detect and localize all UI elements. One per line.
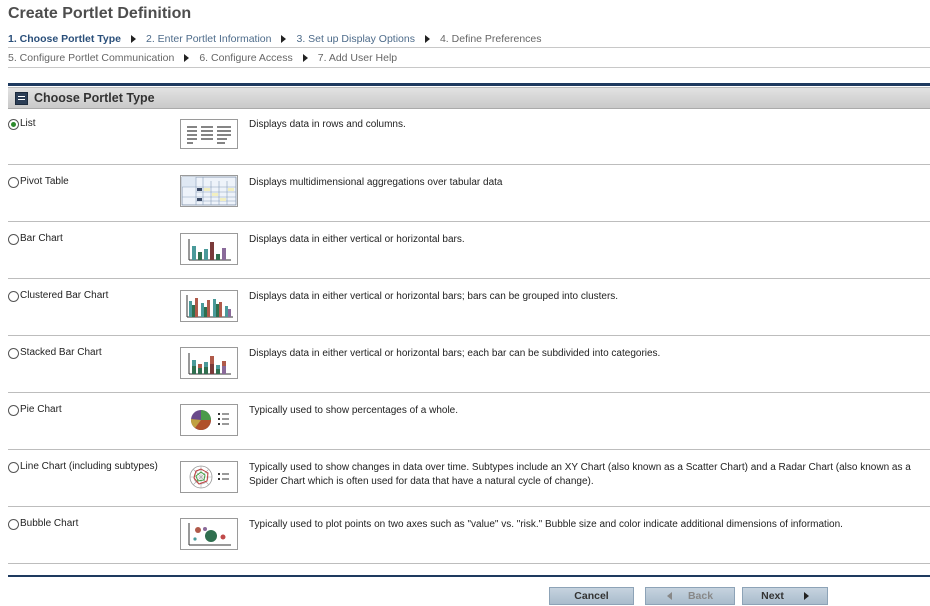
pivot-table-thumbnail-icon [180, 175, 238, 207]
wizard-steps-row-2: 5. Configure Portlet Communication 6. Co… [8, 50, 930, 66]
option-description: Displays data in either vertical or hori… [249, 234, 465, 245]
section-header: Choose Portlet Type [8, 87, 930, 109]
step-add-user-help: 7. Add User Help [317, 52, 398, 64]
step-arrow-icon [281, 35, 287, 43]
footer-divider [8, 575, 930, 577]
section-title: Choose Portlet Type [34, 91, 155, 105]
portlet-type-row-list: List Displays data in rows and columns. [8, 115, 930, 165]
option-description: Typically used to plot points on two axe… [249, 519, 843, 530]
radio-line-chart[interactable] [8, 462, 19, 473]
next-button[interactable]: Next [742, 587, 828, 605]
cancel-button[interactable]: Cancel [549, 587, 634, 605]
portlet-type-row-stacked-bar-chart: Stacked Bar Chart Displays data in eithe… [8, 344, 930, 393]
step-configure-access: 6. Configure Access [199, 52, 293, 64]
option-description: Displays data in either vertical or hori… [249, 291, 619, 302]
option-label[interactable]: Pie Chart [20, 404, 62, 415]
section-collapse-icon[interactable] [15, 91, 28, 105]
option-label[interactable]: Bubble Chart [20, 518, 78, 529]
pie-chart-thumbnail-icon [180, 404, 238, 436]
portlet-type-row-clustered-bar-chart: Clustered Bar Chart Displays data in eit… [8, 287, 930, 336]
list-thumbnail-icon [180, 119, 238, 149]
clustered-bar-chart-thumbnail-icon [180, 290, 238, 322]
radio-pivot-table[interactable] [8, 177, 19, 188]
back-button[interactable]: Back [645, 587, 735, 605]
step-define-preferences: 4. Define Preferences [439, 33, 542, 45]
step-enter-portlet-information[interactable]: 2. Enter Portlet Information [146, 33, 271, 45]
next-arrow-icon [803, 592, 809, 600]
option-label[interactable]: Clustered Bar Chart [20, 290, 108, 301]
radio-clustered-bar-chart[interactable] [8, 291, 19, 302]
bubble-chart-thumbnail-icon [180, 518, 238, 550]
radio-bubble-chart[interactable] [8, 519, 19, 530]
step-arrow-icon [302, 54, 308, 62]
stacked-bar-chart-thumbnail-icon [180, 347, 238, 379]
step-set-up-display-options[interactable]: 3. Set up Display Options [296, 33, 414, 45]
option-description: Typically used to show changes in data o… [249, 462, 911, 487]
next-button-label: Next [761, 590, 784, 602]
step-choose-portlet-type[interactable]: 1. Choose Portlet Type [8, 33, 121, 45]
option-label[interactable]: Bar Chart [20, 233, 63, 244]
radio-stacked-bar-chart[interactable] [8, 348, 19, 359]
wizard-steps-row-1: 1. Choose Portlet Type 2. Enter Portlet … [8, 31, 930, 47]
cancel-button-label: Cancel [574, 590, 609, 602]
step-arrow-icon [424, 35, 430, 43]
portlet-type-row-bar-chart: Bar Chart Displays data in either vertic… [8, 230, 930, 279]
step-arrow-icon [131, 35, 136, 43]
line-chart-thumbnail-icon [180, 461, 238, 493]
option-label[interactable]: Stacked Bar Chart [20, 347, 102, 358]
radio-list[interactable] [8, 119, 19, 130]
radio-pie-chart[interactable] [8, 405, 19, 416]
divider [8, 47, 930, 48]
portlet-type-row-pie-chart: Pie Chart Typically used to show percent… [8, 401, 930, 450]
portlet-type-row-pivot-table: Pivot Table Displays multidimensional ag… [8, 173, 930, 222]
bar-chart-thumbnail-icon [180, 233, 238, 265]
radio-bar-chart[interactable] [8, 234, 19, 245]
option-description: Displays data in either vertical or hori… [249, 348, 661, 359]
back-button-label: Back [687, 590, 714, 602]
option-description: Displays multidimensional aggregations o… [249, 177, 503, 188]
back-arrow-icon [666, 592, 672, 600]
option-description: Displays data in rows and columns. [249, 119, 406, 130]
option-description: Typically used to show percentages of a … [249, 405, 459, 416]
page-title: Create Portlet Definition [8, 5, 192, 22]
divider [8, 67, 930, 68]
option-label[interactable]: List [20, 118, 36, 129]
section-top-border [8, 83, 930, 86]
option-label[interactable]: Line Chart (including subtypes) [20, 461, 158, 472]
portlet-type-row-line-chart: Line Chart (including subtypes) Typicall… [8, 458, 930, 507]
step-configure-portlet-communication: 5. Configure Portlet Communication [8, 52, 175, 64]
portlet-type-row-bubble-chart: Bubble Chart Typically used to plot poin… [8, 515, 930, 564]
option-label[interactable]: Pivot Table [20, 176, 69, 187]
step-arrow-icon [184, 54, 190, 62]
